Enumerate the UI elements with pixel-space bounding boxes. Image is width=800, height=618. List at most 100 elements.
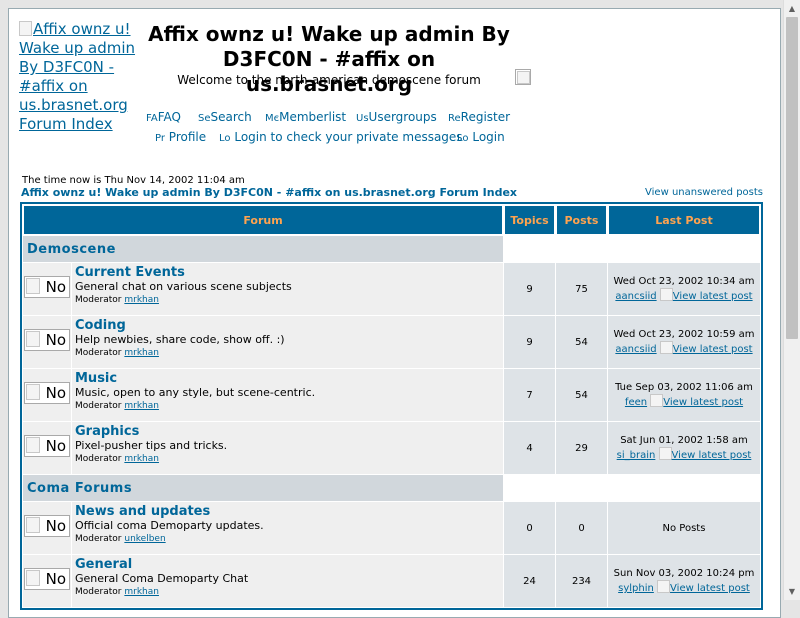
topics-count: 7: [504, 369, 555, 421]
forum-name-link[interactable]: Current Events: [75, 266, 500, 280]
forum-description: Official coma Demoparty updates.: [75, 519, 264, 532]
last-post-user-link[interactable]: sylphin: [618, 583, 654, 594]
nav-usergroups-link[interactable]: UsUsergroups: [356, 110, 437, 124]
forum-moderator: Moderator mrkhan: [75, 294, 500, 306]
forum-row: No News and updates Official coma Demopart…: [23, 502, 760, 554]
nav-memberlist-link[interactable]: MєMemberlist: [265, 110, 346, 124]
forum-status-cell: No: [23, 422, 71, 474]
moderator-link[interactable]: unkelben: [124, 534, 165, 544]
category-title[interactable]: Coma Forums: [23, 475, 503, 501]
forum-moderator: Moderator unkelben: [75, 533, 500, 545]
category-title[interactable]: Demoscene: [23, 236, 503, 262]
forum-name-link[interactable]: Music: [75, 372, 500, 386]
moderator-label: Moderator: [75, 534, 122, 544]
nav-login-link[interactable]: Lo Login: [457, 130, 505, 144]
forum-row: No General General Coma Demoparty Chat Mode…: [23, 555, 760, 607]
table-header-row: Forum Topics Posts Last Post: [23, 205, 760, 235]
forum-status-cell: No: [23, 369, 71, 421]
category-name[interactable]: Coma Forums: [27, 481, 132, 496]
site-description: Welcome to the north-american demoscene …: [177, 73, 481, 87]
forum-description: Help newbies, share code, show off. :): [75, 333, 285, 346]
moderator-link[interactable]: mrkhan: [124, 348, 159, 358]
profile-icon: Pr: [155, 133, 165, 144]
broken-image-icon: [19, 21, 32, 36]
last-post-user-link[interactable]: aancsiid: [615, 344, 656, 355]
view-latest-post-link[interactable]: View latest post: [658, 447, 752, 461]
forum-row: No Graphics Pixel-pusher tips and tricks. M…: [23, 422, 760, 474]
folder-icon-alt: No: [45, 384, 66, 402]
forum-description: Music, open to any style, but scene-cent…: [75, 386, 316, 399]
forum-status-cell: No: [23, 555, 71, 607]
forum-name-link[interactable]: Coding: [75, 319, 500, 333]
forum-name-link[interactable]: News and updates: [75, 505, 500, 519]
category-name[interactable]: Demoscene: [27, 242, 116, 257]
view-latest-post-text: View latest post: [672, 344, 753, 355]
posts-count: 54: [556, 316, 607, 368]
forum-moderator: Moderator mrkhan: [75, 453, 500, 465]
forum-list: Demoscene No Current Events General chat on…: [23, 236, 760, 607]
login-icon: Lo: [457, 133, 469, 144]
view-latest-post-text: View latest post: [671, 450, 752, 461]
view-latest-post-link[interactable]: View latest post: [650, 394, 744, 408]
latest-post-icon: [659, 288, 673, 301]
nav-register-link[interactable]: ReRegister: [448, 110, 510, 124]
forum-name-link[interactable]: Graphics: [75, 425, 500, 439]
view-latest-post-text: View latest post: [663, 397, 744, 408]
last-post-cell: Tue Sep 03, 2002 11:06 am feen View lates…: [608, 369, 760, 421]
broken-image-icon: [515, 69, 531, 85]
forum-row: No Coding Help newbies, share code, show o…: [23, 316, 760, 368]
forum-folder-icon: No: [24, 435, 70, 457]
nav-faq-link[interactable]: FAFAQ: [146, 110, 181, 124]
view-unanswered-posts-link[interactable]: View unanswered posts: [645, 187, 763, 198]
last-post-date: Tue Sep 03, 2002 11:06 am: [615, 382, 753, 393]
moderator-link[interactable]: mrkhan: [124, 587, 159, 597]
scroll-up-icon[interactable]: ▲: [784, 0, 800, 17]
nav-search-link[interactable]: SeSearch: [198, 110, 252, 124]
moderator-link[interactable]: mrkhan: [124, 401, 159, 411]
forum-logo-link[interactable]: Affix ownz u! Wake up admin By D3FC0N - …: [19, 20, 139, 134]
scroll-down-icon[interactable]: ▼: [784, 583, 800, 600]
moderator-link[interactable]: mrkhan: [124, 295, 159, 305]
category-spacer: [504, 236, 760, 262]
view-latest-post-text: View latest post: [672, 291, 753, 302]
nav-profile-link[interactable]: Pr Profile: [155, 130, 206, 144]
current-time: The time now is Thu Nov 14, 2002 11:04 a…: [22, 175, 245, 186]
posts-count: 54: [556, 369, 607, 421]
view-latest-post-link[interactable]: View latest post: [659, 288, 753, 302]
last-post-cell: Sat Jun 01, 2002 1:58 am si_brain View la…: [608, 422, 760, 474]
view-latest-post-link[interactable]: View latest post: [657, 580, 750, 594]
forum-name-link[interactable]: General: [75, 558, 500, 572]
folder-icon-alt: No: [45, 331, 66, 349]
memberlist-icon: Mє: [265, 113, 280, 124]
last-post-column-header: Last Post: [608, 205, 760, 235]
last-post-user-link[interactable]: si_brain: [617, 450, 656, 461]
forum-description: Pixel-pusher tips and tricks.: [75, 439, 228, 452]
folder-icon-alt: No: [45, 437, 66, 455]
last-post-user-link[interactable]: aancsiid: [615, 291, 656, 302]
last-post-user-link[interactable]: feen: [625, 397, 647, 408]
topics-count: 4: [504, 422, 555, 474]
faq-icon: FA: [146, 113, 158, 124]
logo-alt-text: Affix ownz u! Wake up admin By D3FC0N - …: [19, 20, 136, 133]
view-latest-post-text: View latest post: [670, 583, 750, 594]
last-post-cell: Sun Nov 03, 2002 10:24 pm sylphin View la…: [608, 555, 760, 607]
vertical-scrollbar[interactable]: ▲ ▼: [783, 0, 800, 600]
forum-index-link[interactable]: Affix ownz u! Wake up admin By D3FC0N - …: [21, 186, 517, 199]
forum-table: Forum Topics Posts Last Post Demoscene No…: [20, 202, 763, 610]
topics-count: 9: [504, 316, 555, 368]
scrollbar-thumb[interactable]: [786, 17, 798, 339]
nav-private-messages-link[interactable]: Lo Login to check your private messages: [219, 130, 463, 144]
forum-folder-icon: No: [24, 276, 70, 298]
forum-description: General Coma Demoparty Chat: [75, 572, 249, 585]
last-post-date: Sat Jun 01, 2002 1:58 am: [620, 435, 748, 446]
folder-icon-alt: No: [45, 517, 66, 535]
posts-count: 0: [556, 502, 607, 554]
moderator-label: Moderator: [75, 454, 122, 464]
latest-post-icon: [657, 580, 671, 593]
forum-status-cell: No: [23, 316, 71, 368]
last-post-date: Sun Nov 03, 2002 10:24 pm: [613, 568, 755, 579]
view-latest-post-link[interactable]: View latest post: [659, 341, 753, 355]
latest-post-icon: [659, 341, 673, 354]
category-row: Coma Forums: [23, 475, 760, 501]
moderator-link[interactable]: mrkhan: [124, 454, 159, 464]
